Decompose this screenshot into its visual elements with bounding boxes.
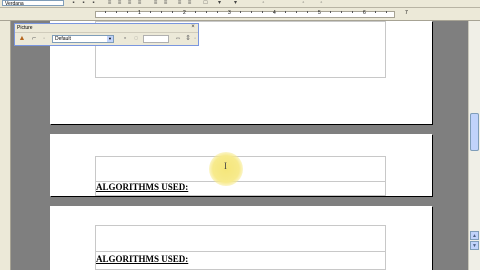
bullets-icon[interactable]: ≡ [162, 0, 169, 6]
color-icon[interactable]: ◌ [132, 35, 140, 43]
section-heading[interactable]: ALGORITHMS USED: [96, 254, 188, 264]
underline-icon[interactable]: ▪ [90, 0, 97, 6]
crop-icon[interactable]: ⌐ [30, 35, 38, 43]
spell-icon[interactable]: ◦ [300, 0, 307, 6]
picture-toolbar-titlebar[interactable]: Picture × [15, 24, 198, 33]
zoom-icon[interactable]: ◦ [260, 0, 267, 6]
ruler-tick [172, 11, 173, 13]
ruler-tick [150, 11, 151, 13]
ruler-tick [116, 11, 117, 13]
picture-toolbar[interactable]: Picture × ▲ ⌐ · Default ▼ ▫ ◌ ⇔ ⇕ · [14, 23, 199, 46]
ruler-tick [375, 11, 376, 13]
transparency-spinner[interactable] [143, 35, 169, 43]
ruler-tick [341, 11, 342, 13]
indent-decrease-icon[interactable]: ≡ [176, 0, 183, 6]
ruler-tick [217, 11, 218, 13]
ruler-tick [296, 11, 297, 13]
ruler-tick [195, 11, 196, 13]
indent-increase-icon[interactable]: ≡ [186, 0, 193, 6]
table-divider [95, 251, 386, 252]
ruler-tick [386, 11, 387, 13]
bold-icon[interactable]: ▪ [70, 0, 77, 6]
justify-icon[interactable]: ≡ [136, 0, 143, 6]
align-right-icon[interactable]: ≡ [126, 0, 133, 6]
scroll-down-icon[interactable]: ▼ [470, 241, 479, 250]
ruler-number: 6 [363, 10, 366, 16]
text-cursor-icon: I [224, 161, 227, 171]
ruler-tick [161, 11, 162, 13]
filter-icon[interactable]: ▲ [18, 35, 26, 43]
font-name-box[interactable]: Verdana [2, 0, 64, 6]
transparency-icon[interactable]: ▫ [121, 35, 129, 43]
ruler-number: 2 [183, 10, 186, 16]
ruler-tick [352, 11, 353, 13]
graphics-mode-select[interactable]: Default ▼ [52, 35, 114, 43]
vertical-scrollbar[interactable]: ▲ ▼ [468, 21, 480, 270]
ruler-tick [307, 11, 308, 13]
picture-toolbar-row: ▲ ⌐ · Default ▼ ▫ ◌ ⇔ ⇕ · [15, 33, 198, 45]
ruler-tick [285, 11, 286, 13]
ruler-tick [251, 11, 252, 13]
close-icon[interactable]: × [189, 24, 197, 31]
formatting-toolbar: Verdana ▪ ▪ ▪ ≡ ≡ ≡ ≡ ≡ ≡ ≡ ≡ □ ▾ ▾ ◦ ◦ … [0, 0, 480, 8]
picture-toolbar-title: Picture [17, 25, 33, 31]
ruler-number: 5 [318, 10, 321, 16]
properties-icon[interactable]: · [191, 35, 199, 43]
vertical-ruler[interactable] [0, 21, 11, 270]
ruler-tick [262, 11, 263, 13]
ruler-tick [330, 11, 331, 13]
ruler-number: 4 [273, 10, 276, 16]
flip-horizontal-icon[interactable]: ⇔ [174, 35, 182, 43]
color-mode-icon[interactable]: · [40, 35, 48, 43]
align-left-icon[interactable]: ≡ [106, 0, 113, 6]
highlight-icon[interactable]: ▾ [216, 0, 223, 6]
ruler-number: 1 [138, 10, 141, 16]
italic-icon[interactable]: ▪ [80, 0, 87, 6]
align-center-icon[interactable]: ≡ [116, 0, 123, 6]
ruler-number: 7 [405, 10, 408, 16]
insert-icon[interactable]: ◦ [318, 0, 325, 6]
section-heading[interactable]: ALGORITHMS USED: [96, 182, 188, 192]
ruler-tick [105, 11, 106, 13]
scroll-up-icon[interactable]: ▲ [470, 231, 479, 240]
horizontal-ruler[interactable]: 1 2 3 4 5 6 7 [0, 8, 480, 21]
border-icon[interactable]: □ [202, 0, 209, 6]
ruler-tick [206, 11, 207, 13]
chevron-down-icon[interactable]: ▼ [107, 36, 113, 42]
ruler-number: 3 [228, 10, 231, 16]
font-color-icon[interactable]: ▾ [232, 0, 239, 6]
numbering-icon[interactable]: ≡ [152, 0, 159, 6]
graphics-mode-value: Default [55, 36, 71, 42]
ruler-tick [127, 11, 128, 13]
ruler-tick [240, 11, 241, 13]
scrollbar-thumb[interactable] [470, 113, 479, 151]
